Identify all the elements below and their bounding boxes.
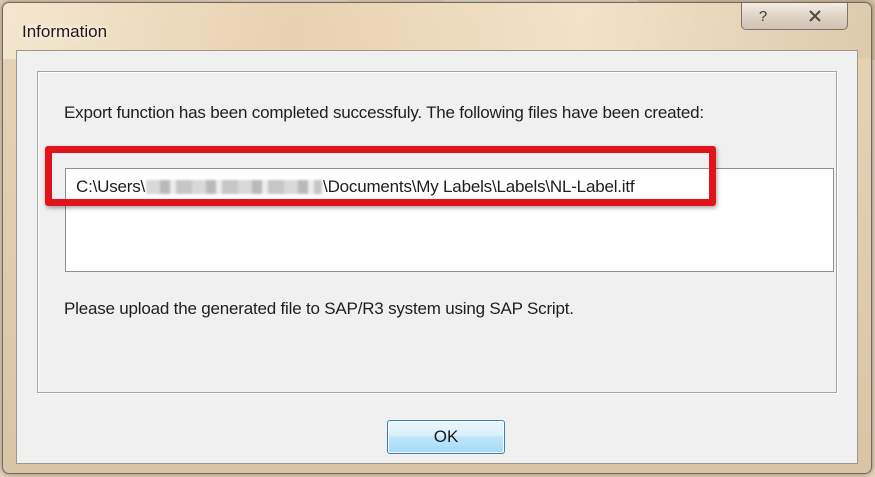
close-icon — [808, 10, 822, 22]
close-button[interactable] — [783, 3, 848, 30]
window-title: Information — [22, 22, 108, 41]
help-button[interactable]: ? — [741, 3, 785, 30]
upload-note: Please upload the generated file to SAP/… — [64, 299, 574, 318]
dialog-body: Export function has been completed succe… — [16, 50, 858, 464]
information-dialog: Information ? Export function has been c… — [2, 2, 872, 474]
highlight-annotation — [45, 146, 716, 206]
help-icon: ? — [758, 7, 768, 25]
export-message: Export function has been completed succe… — [64, 103, 704, 122]
ok-button[interactable]: OK — [387, 420, 505, 454]
